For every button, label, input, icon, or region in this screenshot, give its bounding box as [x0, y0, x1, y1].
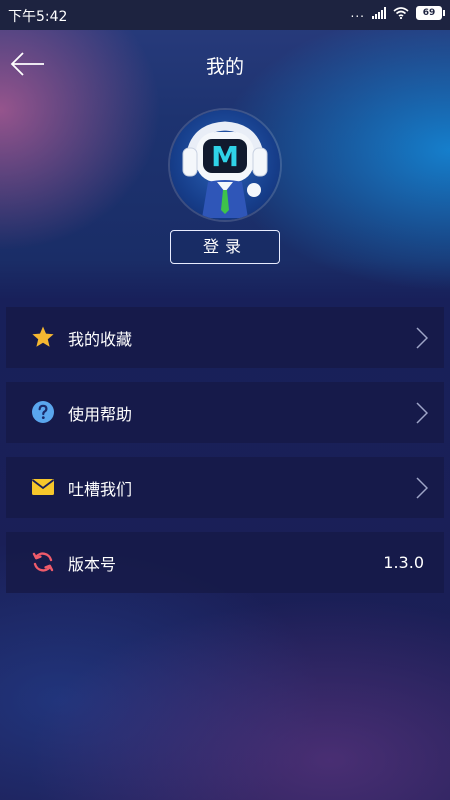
status-time: 下午5:42 — [8, 9, 68, 25]
status-icons: ... 69 — [350, 6, 445, 20]
menu-item-version[interactable]: 版本号 1.3.0 — [6, 532, 444, 593]
avatar[interactable]: M — [170, 110, 280, 220]
notification-dots: ... — [350, 6, 365, 20]
chevron-right-icon — [416, 477, 428, 499]
menu-item-label: 我的收藏 — [68, 329, 133, 349]
help-icon — [32, 401, 54, 423]
menu-item-feedback[interactable]: 吐槽我们 — [6, 457, 444, 518]
refresh-icon — [32, 552, 54, 572]
star-icon — [32, 326, 54, 347]
chevron-right-icon — [416, 327, 428, 349]
menu-item-favorites[interactable]: 我的收藏 — [6, 307, 444, 368]
profile-header: 我的 M 登录 — [0, 30, 450, 300]
menu-item-label: 使用帮助 — [68, 404, 133, 424]
battery-icon: 69 — [416, 6, 445, 20]
page-title: 我的 — [205, 56, 244, 78]
settings-menu: 我的收藏 使用帮助 吐槽我们 版本号 1.3.0 — [6, 307, 444, 607]
chevron-right-icon — [416, 402, 428, 424]
menu-item-label: 版本号 — [68, 554, 117, 574]
svg-text:M: M — [211, 140, 239, 173]
robot-mascot-icon: M — [182, 121, 268, 218]
menu-item-label: 吐槽我们 — [68, 479, 133, 499]
login-button[interactable]: 登录 — [170, 230, 280, 264]
menu-item-help[interactable]: 使用帮助 — [6, 382, 444, 443]
signal-icon — [372, 7, 386, 19]
mail-icon — [31, 479, 55, 495]
wifi-icon — [393, 7, 409, 19]
version-number: 1.3.0 — [383, 553, 424, 572]
status-bar: 下午5:42 ... 69 — [0, 0, 450, 30]
